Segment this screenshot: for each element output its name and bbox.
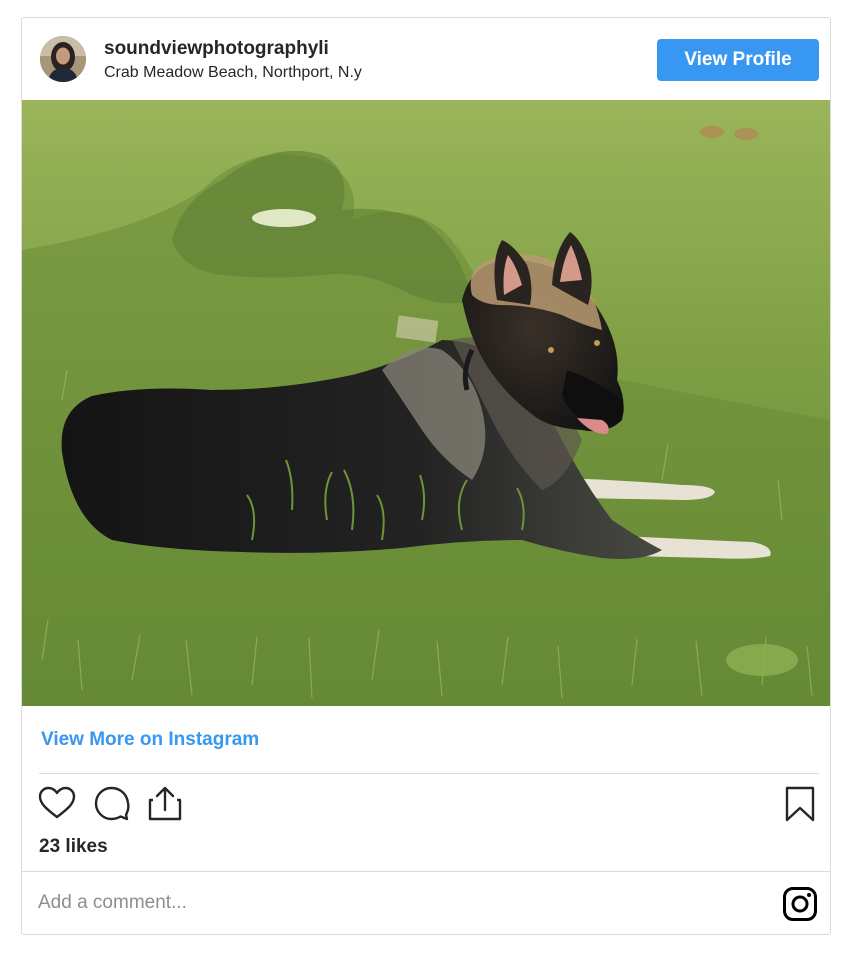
instagram-icon[interactable] bbox=[782, 886, 818, 922]
avatar[interactable] bbox=[40, 36, 86, 82]
share-icon[interactable] bbox=[145, 784, 185, 824]
instagram-embed-card: soundviewphotographyli Crab Meadow Beach… bbox=[21, 17, 831, 935]
heart-icon[interactable] bbox=[37, 784, 77, 824]
comment-input[interactable] bbox=[38, 885, 738, 921]
view-profile-button[interactable]: View Profile bbox=[657, 39, 819, 81]
likes-count[interactable]: 23 likes bbox=[39, 836, 108, 858]
action-bar bbox=[22, 784, 830, 828]
username[interactable]: soundviewphotographyli bbox=[104, 38, 329, 60]
dog-photo-image bbox=[22, 100, 830, 706]
post-photo[interactable] bbox=[22, 100, 830, 706]
comment-bar bbox=[22, 871, 830, 934]
view-more-link[interactable]: View More on Instagram bbox=[41, 729, 259, 751]
comment-icon[interactable] bbox=[92, 784, 132, 824]
divider bbox=[39, 773, 819, 774]
post-header: soundviewphotographyli Crab Meadow Beach… bbox=[22, 18, 830, 100]
location[interactable]: Crab Meadow Beach, Northport, N.y bbox=[104, 64, 362, 82]
bookmark-icon[interactable] bbox=[780, 784, 820, 824]
avatar-image bbox=[40, 36, 86, 82]
